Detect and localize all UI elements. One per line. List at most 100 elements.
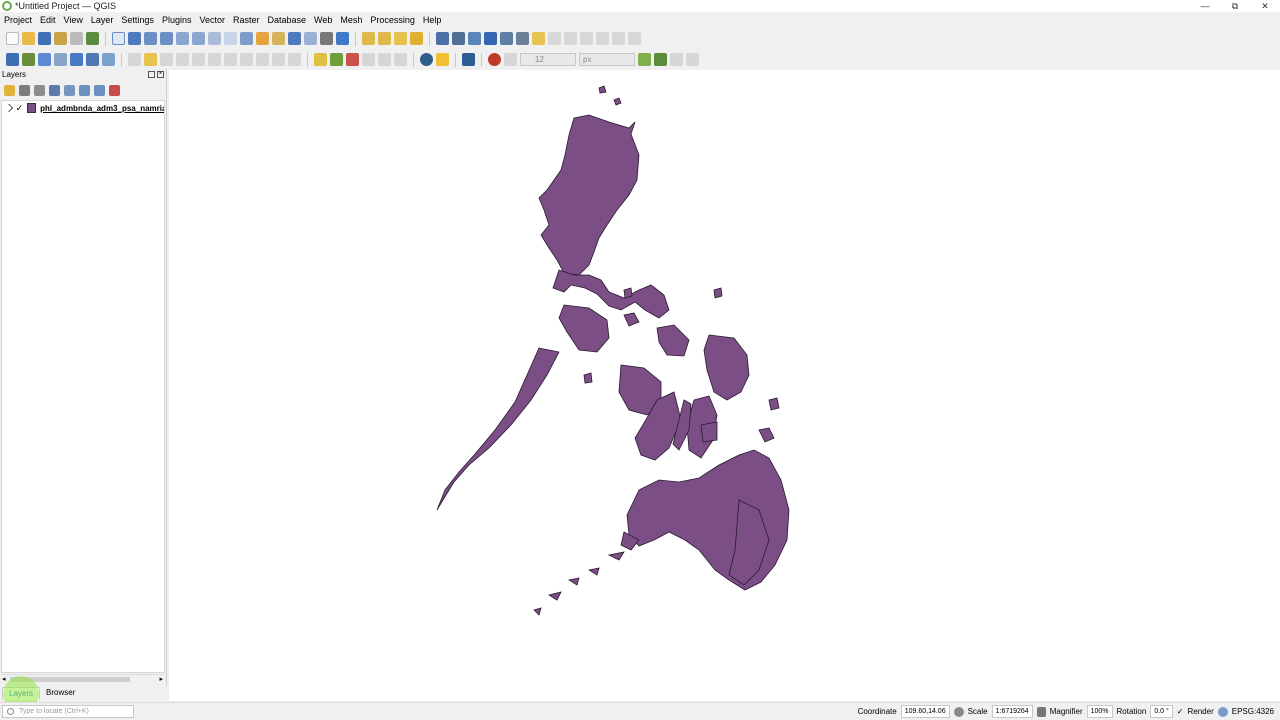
digitize-shape-icon[interactable] (638, 53, 651, 66)
zoom-native-icon[interactable] (224, 32, 237, 45)
statistics-icon[interactable] (484, 32, 497, 45)
magnifier-field[interactable]: 100% (1086, 705, 1113, 718)
processing-toolbox-icon[interactable] (462, 53, 475, 66)
data-source-manager-icon[interactable] (6, 53, 19, 66)
new-project-icon[interactable] (6, 32, 19, 45)
add-postgis-icon[interactable] (70, 53, 83, 66)
identify-icon[interactable] (436, 32, 449, 45)
menu-edit[interactable]: Edit (40, 15, 56, 25)
scale-field[interactable]: 1:6719264 (991, 705, 1033, 718)
menu-layer[interactable]: Layer (91, 15, 114, 25)
chevron-down-icon[interactable] (4, 103, 13, 113)
zoom-selection-icon[interactable] (192, 32, 205, 45)
menu-processing[interactable]: Processing (370, 15, 415, 25)
menu-settings[interactable]: Settings (121, 15, 154, 25)
undock-icon[interactable] (148, 71, 155, 78)
unit-combo[interactable]: px (579, 53, 635, 66)
field-calculator-icon[interactable] (468, 32, 481, 45)
coordinate-field[interactable]: 109.60,14.06 (900, 705, 950, 718)
add-wms-icon[interactable] (86, 53, 99, 66)
print-layout-icon[interactable] (70, 32, 83, 45)
pan-to-selection-icon[interactable] (128, 32, 141, 45)
menu-database[interactable]: Database (268, 15, 307, 25)
feature-sulu-island (587, 567, 600, 576)
new-geopackage-icon[interactable] (22, 53, 35, 66)
menu-plugins[interactable]: Plugins (162, 15, 192, 25)
save-as-icon[interactable] (54, 32, 67, 45)
layer-tree-scrollbar[interactable]: ◂ ▸ (1, 674, 165, 683)
save-project-icon[interactable] (38, 32, 51, 45)
map-canvas[interactable] (169, 70, 1280, 701)
layer-styling-icon[interactable] (4, 84, 15, 96)
tab-browser[interactable]: Browser (40, 687, 81, 700)
record-icon[interactable] (488, 53, 501, 66)
deselect-icon[interactable] (394, 32, 407, 45)
attribute-table-icon[interactable] (452, 32, 465, 45)
plugin-icon[interactable] (436, 53, 449, 66)
layer-row[interactable]: ✓ phl_admbnda_adm3_psa_namria_2 (2, 101, 164, 115)
add-delimited-text-icon[interactable] (54, 53, 67, 66)
show-bookmarks-icon[interactable] (304, 32, 317, 45)
remove-layer-icon[interactable] (109, 84, 120, 96)
menu-mesh[interactable]: Mesh (340, 15, 362, 25)
expand-all-icon[interactable] (79, 84, 90, 96)
menu-web[interactable]: Web (314, 15, 332, 25)
crs-label[interactable]: EPSG:4326 (1232, 707, 1274, 716)
tab-layers[interactable]: Layers (2, 687, 41, 700)
zoom-last-icon[interactable] (240, 32, 253, 45)
layer-symbol-swatch[interactable] (26, 103, 37, 113)
add-group-icon[interactable] (19, 84, 30, 96)
add-vector-icon[interactable] (38, 53, 51, 66)
bookmark-icon[interactable] (288, 32, 301, 45)
restore-button[interactable]: ⧉ (1220, 0, 1250, 12)
menu-help[interactable]: Help (423, 15, 442, 25)
filter-expression-icon[interactable] (64, 84, 75, 96)
tracing-icon[interactable] (654, 53, 667, 66)
highlight-pin-icon[interactable] (346, 53, 359, 66)
scroll-left-icon[interactable]: ◂ (2, 676, 6, 683)
close-button[interactable]: ✕ (1250, 0, 1280, 12)
layer-visibility-checkbox[interactable]: ✓ (16, 103, 24, 113)
toggle-editing-icon[interactable] (144, 53, 157, 66)
label-pin-icon[interactable] (330, 53, 343, 66)
python-console-icon[interactable] (420, 53, 433, 66)
rotation-field[interactable]: 0.0 ° (1150, 705, 1173, 718)
refresh-icon[interactable] (336, 32, 349, 45)
crs-globe-icon[interactable] (1217, 706, 1228, 717)
temporal-controller-icon[interactable] (320, 32, 333, 45)
label-tool-icon[interactable] (314, 53, 327, 66)
menu-vector[interactable]: Vector (199, 15, 225, 25)
zoom-in-icon[interactable] (144, 32, 157, 45)
font-size-spinbox[interactable]: 12 (520, 53, 576, 66)
manage-visibility-icon[interactable] (34, 84, 45, 96)
menu-project[interactable]: Project (4, 15, 32, 25)
lock-scale-icon[interactable] (1036, 706, 1046, 717)
new-3d-view-icon[interactable] (272, 32, 285, 45)
menu-raster[interactable]: Raster (233, 15, 260, 25)
toggle-extents-icon[interactable] (953, 706, 964, 717)
scroll-right-icon[interactable]: ▸ (159, 676, 163, 683)
zoom-layer-icon[interactable] (208, 32, 221, 45)
zoom-full-icon[interactable] (176, 32, 189, 45)
new-map-view-icon[interactable] (256, 32, 269, 45)
layer-name[interactable]: phl_admbnda_adm3_psa_namria_2 (40, 104, 164, 113)
select-location-icon[interactable] (410, 32, 423, 45)
select-by-value-icon[interactable] (378, 32, 391, 45)
menu-view[interactable]: View (64, 15, 83, 25)
panel-close-icon[interactable]: × (157, 71, 164, 78)
pan-icon[interactable] (112, 32, 125, 45)
render-checkbox[interactable]: ✓ (1177, 707, 1184, 716)
map-tips-icon[interactable] (532, 32, 545, 45)
select-features-icon[interactable] (362, 32, 375, 45)
filter-legend-icon[interactable] (49, 84, 60, 96)
open-project-icon[interactable] (22, 32, 35, 45)
style-manager-icon[interactable] (86, 32, 99, 45)
scrollbar-thumb[interactable] (10, 677, 130, 682)
minimize-button[interactable]: — (1190, 0, 1220, 12)
collapse-all-icon[interactable] (94, 84, 105, 96)
add-wfs-icon[interactable] (102, 53, 115, 66)
open-table-icon[interactable] (500, 32, 513, 45)
zoom-out-icon[interactable] (160, 32, 173, 45)
measure-icon[interactable] (516, 32, 529, 45)
locator-field[interactable]: Type to locate (Ctrl+K) (2, 705, 134, 718)
